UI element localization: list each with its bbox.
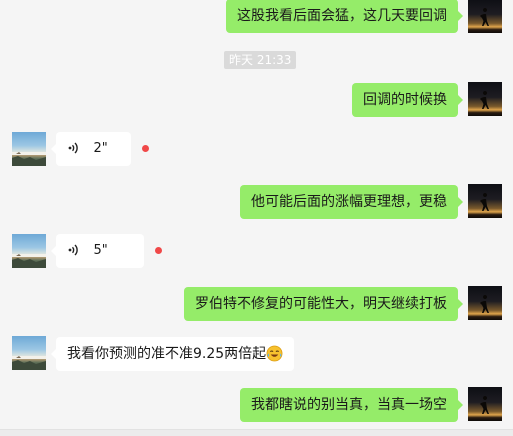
outgoing-message-bubble[interactable]: 我都瞎说的别当真，当真一场空 <box>240 388 463 422</box>
incoming-voice-message[interactable]: 5" <box>51 234 144 268</box>
voice-wave-icon <box>68 244 78 256</box>
beach-photo-icon <box>12 254 46 268</box>
unread-dot <box>155 247 162 254</box>
person-silhouette-icon <box>480 8 489 26</box>
outgoing-message-bubble[interactable]: 罗伯特不修复的可能性大，明天继续打板 <box>184 287 463 321</box>
self-avatar[interactable] <box>468 387 502 421</box>
voice-duration: 5" <box>93 243 108 258</box>
message-text: 他可能后面的涨幅更理想，更稳 <box>251 194 447 210</box>
self-avatar[interactable] <box>468 184 502 218</box>
message-text: 我看你预测的准不准9.25两倍起 <box>67 346 267 362</box>
beach-photo-icon <box>12 152 46 166</box>
chat-window: 这股我看后面会猛，这几天要回调 昨天 21:33 回调的时候换 2" 他可能后面… <box>0 0 513 436</box>
contact-avatar[interactable] <box>12 336 46 370</box>
incoming-voice-message[interactable]: 2" <box>51 132 131 166</box>
person-silhouette-icon <box>480 91 489 109</box>
outgoing-message-bubble[interactable]: 他可能后面的涨幅更理想，更稳 <box>240 185 463 219</box>
message-text: 我都瞎说的别当真，当真一场空 <box>251 397 447 413</box>
message-timestamp: 昨天 21:33 <box>224 51 297 69</box>
self-avatar[interactable] <box>468 0 502 33</box>
contact-avatar[interactable] <box>12 234 46 268</box>
voice-duration: 2" <box>93 141 108 156</box>
laughing-crying-emoji-icon <box>266 345 283 361</box>
person-silhouette-icon <box>480 396 489 414</box>
incoming-message-bubble[interactable]: 我看你预测的准不准9.25两倍起 <box>50 337 295 371</box>
input-area-divider <box>0 429 513 436</box>
unread-dot <box>142 145 149 152</box>
message-text: 这股我看后面会猛，这几天要回调 <box>237 8 447 24</box>
outgoing-message-bubble[interactable]: 回调的时候换 <box>352 83 463 117</box>
person-silhouette-icon <box>480 295 489 313</box>
self-avatar[interactable] <box>468 82 502 116</box>
beach-photo-icon <box>12 356 46 370</box>
voice-wave-icon <box>68 142 78 154</box>
message-text: 回调的时候换 <box>363 92 447 108</box>
message-text: 罗伯特不修复的可能性大，明天继续打板 <box>195 296 447 312</box>
person-silhouette-icon <box>480 193 489 211</box>
self-avatar[interactable] <box>468 286 502 320</box>
outgoing-message-bubble[interactable]: 这股我看后面会猛，这几天要回调 <box>226 0 463 33</box>
contact-avatar[interactable] <box>12 132 46 166</box>
